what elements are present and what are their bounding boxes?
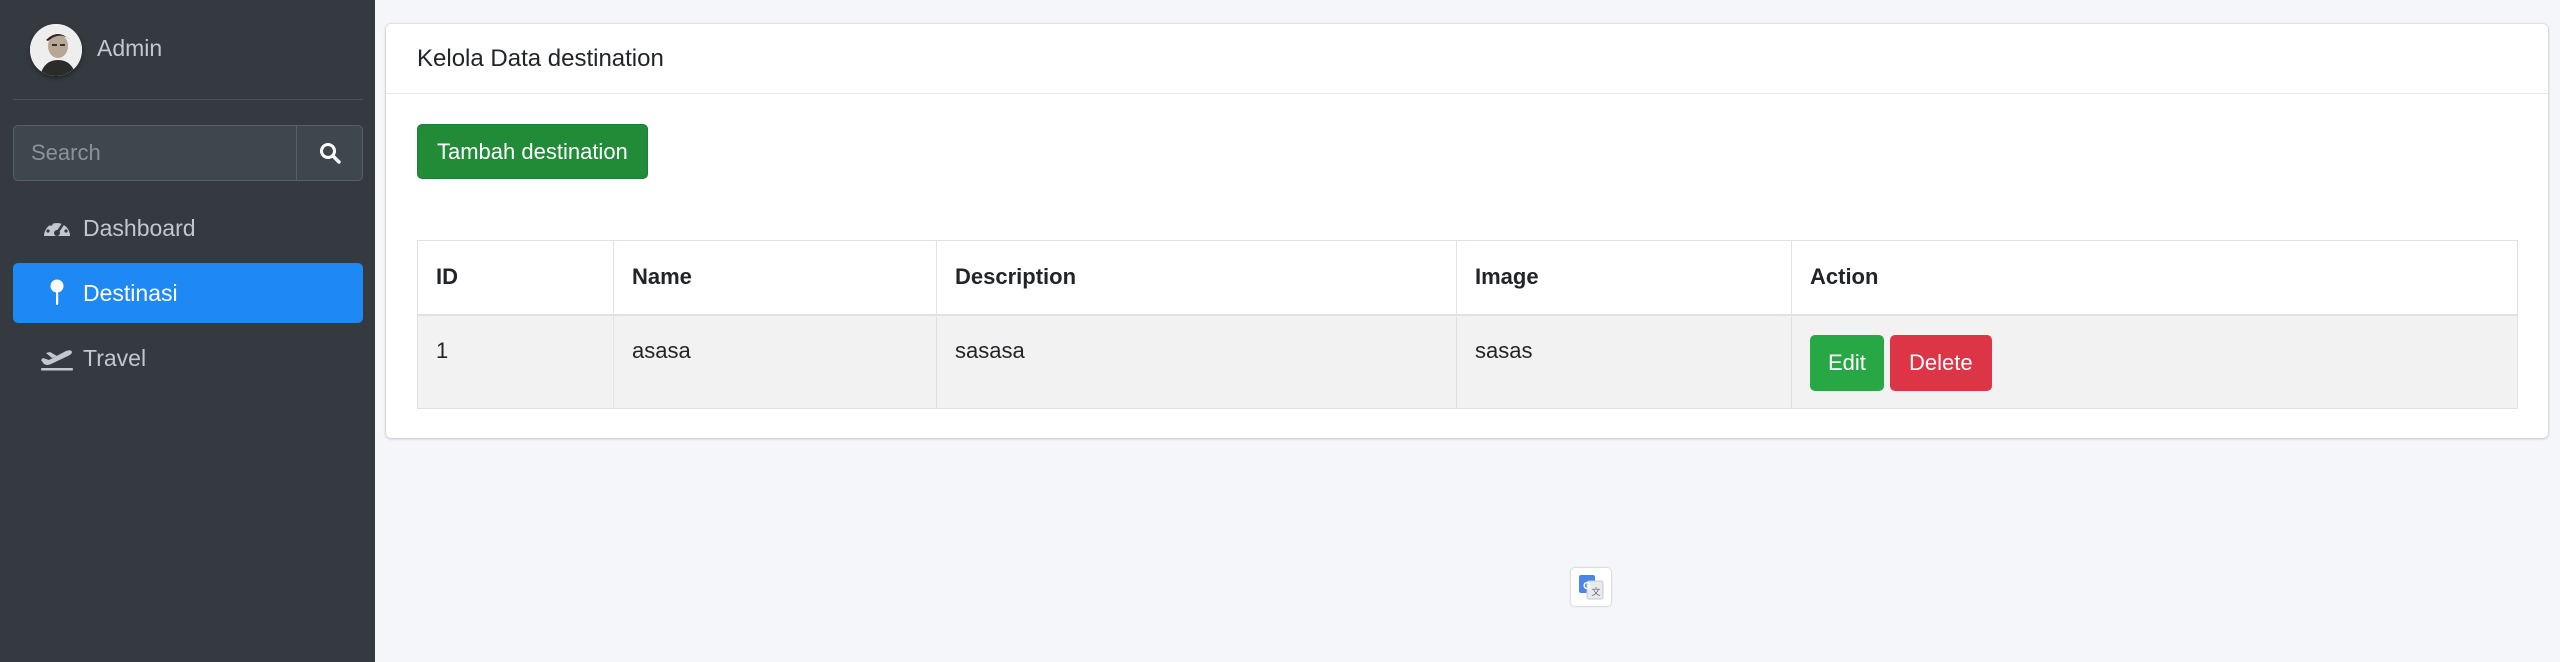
sidebar-item-label: Travel — [83, 344, 147, 371]
sidebar-item-destinasi[interactable]: Destinasi — [13, 263, 363, 323]
add-destination-button[interactable]: Tambah destination — [417, 124, 648, 179]
sidebar-item-label: Destinasi — [83, 279, 178, 306]
column-header-id: ID — [417, 240, 614, 316]
search-icon — [319, 143, 341, 164]
delete-button[interactable]: Delete — [1890, 334, 1992, 391]
sidebar-item-travel[interactable]: Travel — [13, 328, 363, 388]
sidebar-item-dashboard[interactable]: Dashboard — [13, 198, 363, 258]
table-header-row: ID Name Description Image Action — [417, 240, 2518, 316]
svg-text:G: G — [1583, 581, 1591, 592]
sidebar: Admin Dashboard — [0, 0, 375, 662]
sidebar-search — [13, 125, 363, 181]
table-row: 1 asasa sasasa sasas Edit Delete — [417, 314, 2518, 409]
column-header-name: Name — [613, 240, 937, 316]
tachometer-icon — [29, 198, 85, 258]
column-header-image: Image — [1456, 240, 1792, 316]
card-header: Kelola Data destination — [386, 24, 2548, 94]
cell-id: 1 — [417, 314, 614, 409]
column-header-action: Action — [1791, 240, 2518, 316]
user-avatar[interactable] — [30, 23, 82, 76]
map-pin-icon — [29, 263, 85, 323]
search-button[interactable] — [296, 125, 363, 181]
google-translate-icon[interactable]: G 文 — [1571, 568, 1611, 606]
cell-description: sasasa — [936, 314, 1457, 409]
search-input[interactable] — [13, 125, 296, 181]
column-header-description: Description — [936, 240, 1457, 316]
edit-button[interactable]: Edit — [1810, 334, 1884, 391]
destination-card: Kelola Data destination Tambah destinati… — [386, 24, 2548, 438]
svg-text:文: 文 — [1591, 586, 1600, 597]
cell-action: Edit Delete — [1791, 314, 2518, 409]
sidebar-item-label: Dashboard — [83, 214, 196, 241]
cell-name: asasa — [613, 314, 937, 409]
cell-image: sasas — [1456, 314, 1792, 409]
sidebar-nav: Dashboard Destinasi Travel — [13, 198, 363, 393]
destination-table: ID Name Description Image Action 1 asasa… — [417, 240, 2518, 409]
user-panel[interactable]: Admin — [13, 0, 363, 100]
user-name[interactable]: Admin — [97, 35, 162, 62]
page-title: Kelola Data destination — [417, 44, 664, 72]
plane-departure-icon — [29, 328, 85, 388]
